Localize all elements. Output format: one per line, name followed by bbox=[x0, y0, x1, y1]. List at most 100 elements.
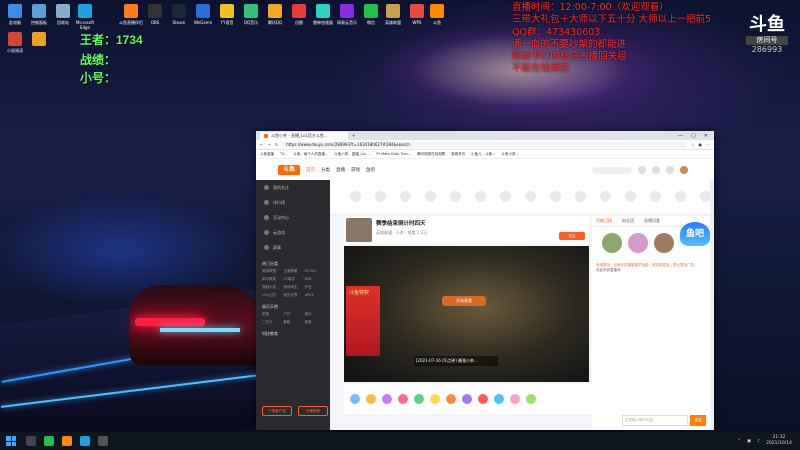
sidebar-category-item[interactable]: 舞蹈 bbox=[283, 320, 302, 325]
sidebar-category-item[interactable]: LOL云顶 bbox=[262, 293, 281, 298]
channel-icon[interactable] bbox=[600, 191, 611, 202]
channel-icon[interactable] bbox=[450, 191, 461, 202]
nav-category[interactable]: 分类 bbox=[321, 167, 330, 173]
channel-icon[interactable] bbox=[375, 191, 386, 202]
back-icon[interactable]: ← bbox=[260, 142, 263, 147]
gift-icon[interactable] bbox=[494, 394, 504, 404]
desktop-icon[interactable]: 英雄联盟 bbox=[380, 4, 406, 25]
send-button[interactable]: 发送 bbox=[690, 415, 706, 426]
download-client-button[interactable]: 下载客户端 bbox=[262, 406, 292, 416]
desktop-icon[interactable]: 网易云音乐 bbox=[334, 4, 360, 25]
sidebar-category-item[interactable]: 炉石 bbox=[305, 285, 324, 290]
nav-live[interactable]: 直播 bbox=[336, 167, 345, 173]
star-icon[interactable]: ☆ bbox=[691, 142, 695, 147]
url-input[interactable]: https://www.douyu.com/286993?t=163418062… bbox=[282, 141, 687, 148]
wechat-icon[interactable] bbox=[44, 436, 54, 446]
desktop-icon[interactable]: QQ音乐 bbox=[238, 4, 264, 25]
desktop-icon[interactable]: OBS bbox=[142, 4, 168, 25]
gift-icon[interactable] bbox=[526, 394, 536, 404]
sidebar-item-rank[interactable]: 排行榜 bbox=[256, 195, 330, 210]
history-icon[interactable] bbox=[638, 166, 646, 174]
desktop-icon[interactable]: Microsoft Edge bbox=[72, 4, 98, 30]
tab-daily-rank[interactable]: 贡献日榜 bbox=[596, 218, 612, 224]
gift-icon[interactable] bbox=[414, 394, 424, 404]
streamer-avatar[interactable] bbox=[346, 218, 372, 242]
desktop-icon[interactable]: 斗鱼直播伴侣 bbox=[118, 4, 144, 25]
sidebar-category-item[interactable]: 户外 bbox=[283, 312, 302, 317]
sidebar-item-interact[interactable]: 互动中心 bbox=[256, 210, 330, 225]
forward-icon[interactable]: → bbox=[267, 142, 270, 147]
follow-icon[interactable] bbox=[652, 166, 660, 174]
channel-icon[interactable] bbox=[350, 191, 361, 202]
nav-yuba[interactable]: 鱼吧 bbox=[366, 167, 375, 173]
bookmark-item[interactable]: 斗鱼直播 bbox=[260, 152, 274, 157]
channel-icon[interactable] bbox=[500, 191, 511, 202]
bookmark-item[interactable]: 斗鱼 - 每个人的直播... bbox=[293, 152, 328, 157]
search-icon[interactable] bbox=[26, 436, 36, 446]
menu-icon[interactable]: ⋯ bbox=[706, 142, 710, 147]
browser-tab[interactable]: 斗鱼小茶 - 直播_LoL官方斗鱼... bbox=[260, 131, 348, 140]
channel-icon[interactable] bbox=[525, 191, 536, 202]
stream-tutorial-button[interactable]: 开播教程 bbox=[298, 406, 328, 416]
gift-icon[interactable] bbox=[398, 394, 408, 404]
sidebar-category-item[interactable]: 绝地求生 bbox=[283, 285, 302, 290]
site-logo[interactable]: 斗鱼 bbox=[278, 165, 300, 175]
desktop-icon[interactable]: 小说阅读 bbox=[2, 32, 28, 53]
channel-icon[interactable] bbox=[550, 191, 561, 202]
gift-icon[interactable] bbox=[478, 394, 488, 404]
chat-input[interactable]: 这里输入聊天内容 bbox=[622, 415, 688, 426]
sidebar-category-item[interactable]: CF端游 bbox=[283, 277, 302, 282]
desktop-icon[interactable]: 雷神加速器 bbox=[310, 4, 336, 25]
gift-icon[interactable] bbox=[462, 394, 472, 404]
sidebar-category-item[interactable]: 穿越火线 bbox=[262, 285, 281, 290]
bookmark-item[interactable]: YY Meta Data Tren... bbox=[376, 152, 411, 156]
bookmark-item[interactable]: 斗鱼小茶 - 直播_LoL... bbox=[334, 152, 370, 157]
site-search-input[interactable] bbox=[592, 166, 632, 174]
obs-icon[interactable] bbox=[98, 436, 108, 446]
channel-icon[interactable] bbox=[675, 191, 686, 202]
system-clock[interactable]: 21:32 2021/10/14 bbox=[766, 435, 792, 447]
nav-home[interactable]: 首页 bbox=[306, 167, 315, 173]
bookmark-item[interactable]: 腾讯视频在线观看 bbox=[417, 152, 445, 157]
sidebar-category-item[interactable]: 王者荣耀 bbox=[283, 269, 302, 274]
channel-icon[interactable] bbox=[425, 191, 436, 202]
sidebar-category-item[interactable]: DOTA2 bbox=[305, 269, 324, 274]
minimize-icon[interactable]: — bbox=[678, 133, 683, 139]
sidebar-category-item[interactable]: 我的世界 bbox=[283, 293, 302, 298]
sidebar-category-item[interactable]: 音乐 bbox=[305, 312, 324, 317]
maximize-icon[interactable]: ▢ bbox=[691, 133, 696, 139]
gift-icon[interactable] bbox=[430, 394, 440, 404]
browser-window[interactable]: 斗鱼小茶 - 直播_LoL官方斗鱼... + — ▢ ✕ ← → ↻ https… bbox=[256, 131, 714, 430]
volume-icon[interactable]: ♪ bbox=[757, 439, 760, 444]
contributor-avatar[interactable] bbox=[602, 233, 622, 253]
bookmark-item[interactable]: 小鱼儿 - 斗鱼... bbox=[471, 152, 495, 157]
promo-banner[interactable]: 斗鱼特权 bbox=[346, 286, 380, 356]
video-player[interactable]: 斗鱼特权 开始观看 [2021-07-16 01点钟] 最强小茶... bbox=[344, 246, 589, 382]
contributor-avatar[interactable] bbox=[628, 233, 648, 253]
tab-fan-club[interactable]: 粉丝团 bbox=[622, 218, 634, 224]
sidebar-category-item[interactable]: 和平精英 bbox=[262, 277, 281, 282]
sidebar-category-item[interactable]: 英雄联盟 bbox=[262, 269, 281, 274]
edge-icon[interactable] bbox=[80, 436, 90, 446]
gift-icon[interactable] bbox=[382, 394, 392, 404]
tray-chevron-icon[interactable]: ⌃ bbox=[737, 439, 741, 444]
channel-icon[interactable] bbox=[650, 191, 661, 202]
tab-replay[interactable]: 直播回看 bbox=[644, 218, 660, 224]
desktop-icon[interactable]: 迅雷 bbox=[286, 4, 312, 25]
gift-icon[interactable] bbox=[350, 394, 360, 404]
channel-icon[interactable] bbox=[625, 191, 636, 202]
bookmark-item[interactable]: 新闻资讯 bbox=[451, 152, 465, 157]
desktop-icon[interactable]: 此电脑 bbox=[2, 4, 28, 25]
desktop-icon[interactable]: YY语音 bbox=[214, 4, 240, 25]
douyu-icon[interactable] bbox=[62, 436, 72, 446]
message-icon[interactable] bbox=[666, 166, 674, 174]
yuba-float-badge[interactable]: 鱼吧 bbox=[680, 222, 710, 246]
gift-icon[interactable] bbox=[446, 394, 456, 404]
scrollbar[interactable] bbox=[710, 180, 714, 430]
play-button[interactable]: 开始观看 bbox=[442, 296, 486, 306]
profile-icon[interactable]: ● bbox=[699, 142, 703, 147]
sidebar-category-item[interactable]: 美食 bbox=[305, 320, 324, 325]
desktop-icon[interactable]: WeGame bbox=[190, 4, 216, 25]
sidebar-item-esports[interactable]: 赛事 bbox=[256, 240, 330, 255]
gift-icon[interactable] bbox=[510, 394, 520, 404]
